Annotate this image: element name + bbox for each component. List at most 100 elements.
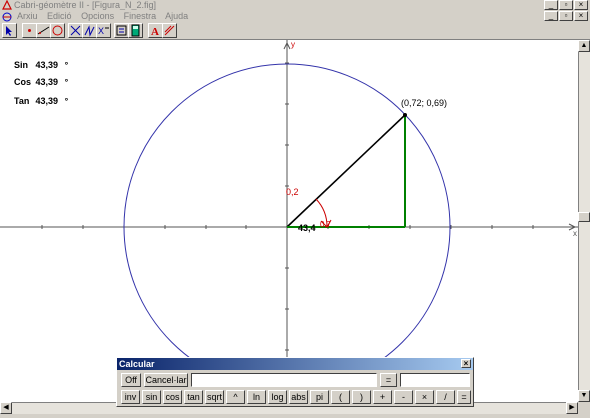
svg-text:X: X [98, 26, 104, 36]
circle-icon [52, 25, 63, 36]
tan-value: 43,39 [35, 96, 59, 106]
menu-arxiu[interactable]: Arxiu [17, 11, 38, 21]
point-icon [28, 29, 31, 32]
cancel-button[interactable]: Cancel·lar [144, 373, 188, 387]
menu-finestra[interactable]: Finestra [124, 11, 157, 21]
key-sqrt[interactable]: sqrt [205, 390, 224, 404]
vertical-scrollbar[interactable]: ▲ ▼ [578, 40, 590, 402]
tan-label: Tan [14, 96, 30, 106]
point-tool[interactable] [22, 23, 37, 38]
circle-point[interactable] [403, 113, 407, 117]
window-title-bar: Cabri-géomètre II - [Figura_N_2.fig] [0, 0, 590, 10]
key-equals[interactable]: = [457, 390, 471, 404]
key-sin[interactable]: sin [142, 390, 161, 404]
toolbar: X A [0, 22, 590, 40]
key-tan[interactable]: tan [184, 390, 203, 404]
key-close-paren[interactable]: ) [352, 390, 371, 404]
construct-tool[interactable] [68, 23, 83, 38]
transform-icon [84, 25, 95, 37]
point-coordinates-label: (0,72; 0,69) [401, 98, 448, 108]
line-tool[interactable] [36, 23, 51, 38]
pointer-tool[interactable] [2, 23, 17, 38]
minimize-button[interactable]: _ [544, 0, 558, 10]
calculator-title: Calcular [119, 359, 155, 369]
macro-icon: X [98, 26, 109, 36]
construct-icon [70, 25, 81, 36]
sin-measurement[interactable]: Sin 43,39 ° [14, 60, 68, 70]
cos-label: Cos [14, 77, 32, 87]
scroll-up-icon: ▲ [580, 42, 588, 49]
scroll-left-button[interactable]: ◀ [0, 402, 12, 414]
display-text-tool[interactable]: A [148, 23, 163, 38]
key-abs[interactable]: abs [289, 390, 308, 404]
key-cos[interactable]: cos [163, 390, 182, 404]
circle-tool[interactable] [50, 23, 65, 38]
drawing-icon [164, 25, 175, 36]
app-icon [2, 0, 12, 10]
horizontal-segment-label: 0,7 [320, 220, 332, 229]
vertical-scroll-thumb[interactable] [578, 212, 590, 222]
window-title: Cabri-géomètre II - [Figura_N_2.fig] [14, 0, 157, 10]
y-axis-label: y [291, 40, 295, 49]
key-divide[interactable]: / [436, 390, 455, 404]
key-ln[interactable]: ln [247, 390, 266, 404]
figure-svg [0, 40, 578, 402]
sin-value: 43,39 [35, 60, 59, 70]
doc-minimize-button[interactable]: _ [544, 11, 558, 21]
doc-close-button[interactable]: × [574, 11, 588, 21]
scroll-up-button[interactable]: ▲ [578, 40, 590, 52]
transform-tool[interactable] [82, 23, 97, 38]
measure-icon [131, 24, 140, 37]
key-inv[interactable]: inv [121, 390, 140, 404]
key-power[interactable]: ^ [226, 390, 245, 404]
menu-opcions[interactable]: Opcions [81, 11, 114, 21]
vertical-segment-label: 0,2 [286, 187, 299, 197]
window-controls: _ ▫ × [544, 0, 588, 10]
key-pi[interactable]: pi [310, 390, 329, 404]
key-plus[interactable]: + [373, 390, 392, 404]
doc-restore-button[interactable]: ▫ [559, 11, 573, 21]
calculator-window: Calcular × Off Cancel·lar = inv sin cos … [116, 357, 474, 407]
scroll-left-icon: ◀ [3, 404, 9, 411]
measure-tool[interactable] [128, 23, 143, 38]
display-text-icon: A [151, 26, 159, 38]
expression-input[interactable] [191, 373, 377, 387]
key-multiply[interactable]: × [415, 390, 434, 404]
restore-button[interactable]: ▫ [559, 0, 573, 10]
cos-value: 43,39 [35, 77, 59, 87]
calculator-close-button[interactable]: × [461, 359, 471, 368]
evaluate-button[interactable]: = [380, 373, 397, 387]
key-minus[interactable]: - [394, 390, 413, 404]
macro-tool[interactable]: X [96, 23, 111, 38]
close-button[interactable]: × [574, 0, 588, 10]
key-log[interactable]: log [268, 390, 287, 404]
scroll-down-button[interactable]: ▼ [578, 390, 590, 402]
document-icon[interactable] [2, 12, 12, 22]
cos-unit: ° [64, 77, 69, 87]
key-open-paren[interactable]: ( [331, 390, 350, 404]
menu-bar: Arxiu Edició Opcions Finestra Ajuda _ ▫ … [0, 10, 590, 22]
x-axis-label: x [573, 229, 577, 238]
scroll-right-icon: ▶ [569, 404, 575, 411]
check-property-tool[interactable] [114, 23, 129, 38]
radius-segment[interactable] [286, 114, 406, 228]
angle-measure-label: 43,4 [298, 223, 316, 233]
svg-text:A: A [151, 26, 159, 37]
tan-unit: ° [64, 96, 69, 106]
calculator-title-bar[interactable]: Calcular × [117, 358, 473, 370]
scroll-down-icon: ▼ [580, 392, 588, 399]
drawing-canvas[interactable]: x y (0,72; 0,69) 0,2 43,4 0,7 Sin 43,39 … [0, 40, 578, 402]
tan-measurement[interactable]: Tan 43,39 ° [14, 96, 68, 106]
cos-measurement[interactable]: Cos 43,39 ° [14, 77, 68, 87]
scroll-corner [578, 402, 590, 414]
drawing-tool[interactable] [162, 23, 177, 38]
menu-ajuda[interactable]: Ajuda [165, 11, 188, 21]
close-icon: × [463, 359, 469, 368]
off-button[interactable]: Off [121, 373, 141, 387]
result-field[interactable] [400, 373, 470, 387]
sin-unit: ° [64, 60, 69, 70]
pointer-icon [6, 26, 12, 36]
line-icon [37, 26, 50, 35]
menu-edicio[interactable]: Edició [47, 11, 72, 21]
scroll-right-button[interactable]: ▶ [566, 402, 578, 414]
